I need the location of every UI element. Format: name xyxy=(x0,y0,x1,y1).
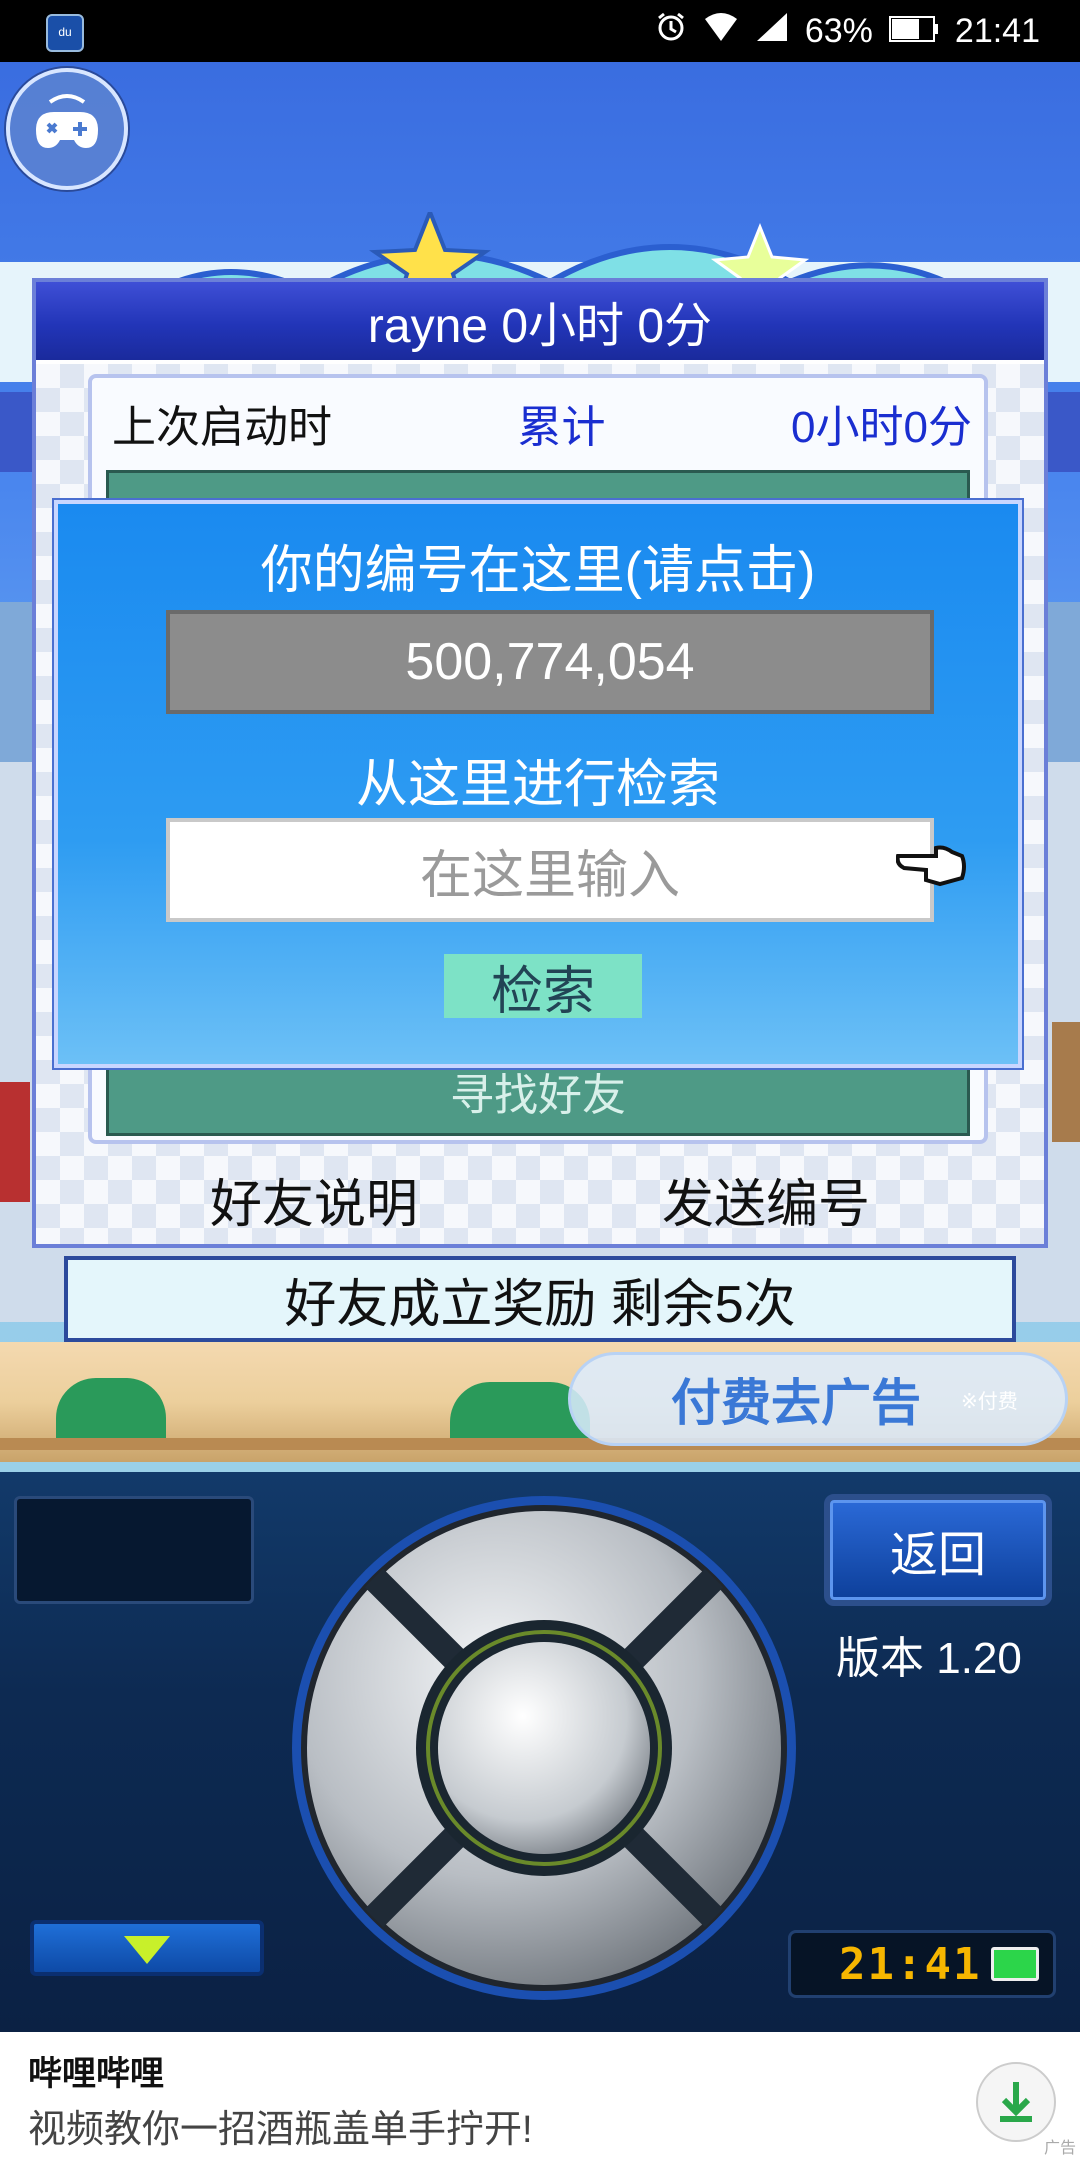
battery-percent: 63% xyxy=(804,11,873,50)
virtual-controller: 返回 版本 1.20 21:41 xyxy=(0,1472,1080,2032)
status-time: 21:41 xyxy=(954,11,1040,50)
remove-ads-label: 付费去广告 xyxy=(671,1375,921,1431)
battery-icon xyxy=(888,12,939,51)
cell-signal-icon xyxy=(755,11,789,52)
character-sprite xyxy=(0,1082,30,1202)
friend-reward-bar: 好友成立奖励 剩余5次 xyxy=(64,1256,1016,1342)
last-launch-label: 上次启动时 xyxy=(112,403,332,452)
game-clock: 21:41 xyxy=(788,1930,1056,1998)
status-right: 63% 21:41 xyxy=(655,8,1040,54)
app-icon: du xyxy=(46,14,84,52)
dpad-control[interactable] xyxy=(288,1492,800,2004)
find-friend-label[interactable]: 寻找好友 xyxy=(109,1059,967,1123)
controller-display-slot xyxy=(14,1496,254,1604)
player-id-box[interactable]: 500,774,054 xyxy=(166,610,934,714)
panel-header: rayne 0小时 0分 xyxy=(36,282,1044,364)
triangle-down-icon xyxy=(124,1936,170,1964)
status-bar: du 63% 21:41 xyxy=(0,0,1080,62)
download-button[interactable] xyxy=(976,2062,1056,2142)
ad-title: 哔哩哔哩 xyxy=(28,2055,164,2093)
back-button[interactable]: 返回 xyxy=(824,1494,1052,1606)
ad-description: 视频教你一招酒瓶盖单手拧开! xyxy=(28,2109,533,2151)
friend-search-dialog: 你的编号在这里(请点击) 500,774,054 从这里进行检索 在这里输入 检… xyxy=(54,500,1022,1068)
friend-help-button[interactable]: 好友说明 xyxy=(210,1162,418,1237)
gamepad-icon xyxy=(36,94,98,148)
pointing-hand-icon xyxy=(896,845,966,887)
clock-time: 21:41 xyxy=(839,1939,982,1990)
wifi-icon xyxy=(703,11,739,52)
id-title: 你的编号在这里(请点击) xyxy=(260,542,816,600)
ad-banner[interactable]: 哔哩哔哩 视频教你一招酒瓶盖单手拧开! 广告 xyxy=(0,2032,1080,2160)
remove-ads-button[interactable]: 付费去广告 ※付费 xyxy=(568,1352,1068,1446)
total-label: 累计 xyxy=(517,403,606,452)
playtime-row: 上次启动时 累计 0小时0分 xyxy=(112,388,972,458)
download-icon xyxy=(1000,2082,1032,2122)
character-sprite xyxy=(1052,1022,1080,1142)
gamepad-toggle-button[interactable] xyxy=(6,68,128,190)
total-value: 0小时0分 xyxy=(791,403,972,452)
search-title: 从这里进行检索 xyxy=(355,756,720,814)
send-id-button[interactable]: 发送编号 xyxy=(662,1162,870,1237)
remove-ads-note: ※付费 xyxy=(961,1390,1018,1413)
search-button[interactable]: 检索 xyxy=(444,954,642,1021)
alarm-icon xyxy=(655,11,687,52)
ad-mark: 广告 xyxy=(1043,2140,1076,2157)
menu-down-button[interactable] xyxy=(30,1920,264,1976)
battery-icon xyxy=(991,1947,1039,1981)
search-input[interactable]: 在这里输入 xyxy=(166,818,934,922)
version-label: 版本 1.20 xyxy=(836,1634,1022,1683)
